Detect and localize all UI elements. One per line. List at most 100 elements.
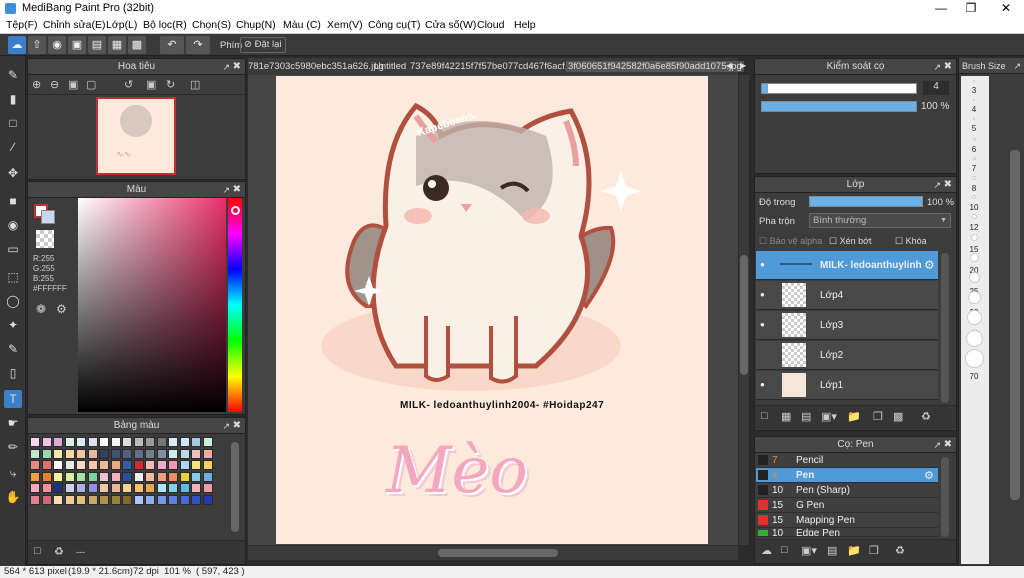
brush-item[interactable]: 10 Edge Pen [756,528,938,537]
undo-icon[interactable]: ↶ [160,36,184,54]
add-layer-menu-icon[interactable]: ▣▾ [821,410,837,423]
select-pen-icon[interactable]: ✎ [4,340,22,358]
palette-swatch[interactable] [202,483,213,493]
palette-swatch[interactable] [122,437,132,447]
menu-view[interactable]: Xem(V) [327,19,363,31]
palette-swatch[interactable] [110,448,121,459]
actual-size-icon[interactable]: ▢ [86,78,96,91]
palette-swatch[interactable] [133,460,144,470]
tab-untitled[interactable]: Untitled [374,61,406,72]
palette-swatch[interactable] [179,471,190,482]
palette-swatch[interactable] [30,471,40,482]
palette-swatch[interactable] [64,471,75,482]
hue-handle[interactable] [231,206,240,215]
palette-swatch[interactable] [99,483,109,493]
palette-swatch[interactable] [156,494,167,505]
tiles-icon[interactable]: ▩ [128,36,146,54]
palette-swatch[interactable] [145,437,155,447]
palette-swatch[interactable] [41,437,52,447]
new-brush-icon[interactable]: □ [781,544,788,556]
palette-swatch[interactable] [41,483,52,493]
trash-icon[interactable]: ♻ [921,410,931,423]
magic-wand-icon[interactable]: ✦ [4,316,22,334]
palette-swatch[interactable] [30,460,40,470]
menu-filter[interactable]: Bộ lọc(R) [143,19,187,31]
palette-swatch[interactable] [133,471,144,482]
menu-file[interactable]: Tệp(F) [6,19,38,31]
new-halftone-icon[interactable]: ▦ [781,410,791,423]
brush-duplicate-icon[interactable]: ❐ [869,544,879,557]
palette-swatch[interactable] [87,494,98,505]
settings-gear-icon[interactable]: ⚙ [924,258,935,272]
brush-settings-icon[interactable]: ▤ [827,544,837,557]
line-tool-icon[interactable]: ∕ [4,138,22,156]
palette-swatch[interactable] [168,483,178,493]
popout-icon[interactable]: ↗ [222,59,230,75]
palette-swatch[interactable] [133,437,144,447]
brush-size-option[interactable]: 3 [961,86,987,95]
text-tool-icon[interactable]: T [4,390,22,408]
brush-folder-icon[interactable]: 📁 [847,544,861,557]
palette-swatch[interactable] [53,460,63,470]
eraser-tool-icon[interactable]: ▮ [4,90,22,108]
grid-icon[interactable]: ▦ [108,36,126,54]
palette-swatch[interactable] [168,460,178,470]
layer-row[interactable]: ● Lớp1 [756,371,938,400]
palette-swatch[interactable] [41,494,52,505]
layer-opacity-slider[interactable] [809,196,923,207]
palette-swatch[interactable] [168,437,178,447]
palette-swatch[interactable] [110,437,121,447]
palette-swatch[interactable] [133,448,144,459]
secondary-color-swatch[interactable] [41,210,55,224]
palette-swatch[interactable] [202,437,213,447]
palette-swatch[interactable] [64,494,75,505]
palette-swatch[interactable] [110,460,121,470]
palette-swatch[interactable] [99,460,109,470]
bucket-tool-icon[interactable]: ◉ [4,216,22,234]
rotate-reset-icon[interactable]: ▣ [146,78,156,91]
palette-swatch[interactable] [156,460,167,470]
palette-swatch[interactable] [76,494,86,505]
palette-swatch[interactable] [191,437,201,447]
tab-scroll-right-icon[interactable]: ▶ [740,61,746,70]
new-layer-icon[interactable]: □ [761,410,768,422]
palette-swatch[interactable] [145,494,155,505]
palette-swatch[interactable] [168,494,178,505]
palette-swatch[interactable] [191,471,201,482]
hue-slider[interactable] [228,198,242,412]
eye-icon[interactable]: ● [760,260,765,269]
palette-swatch[interactable] [145,460,155,470]
brush-item[interactable]: 15 Mapping Pen [756,513,938,528]
palette-swatch[interactable] [99,494,109,505]
rectangle-tool-icon[interactable]: □ [4,114,22,132]
move-tool-icon[interactable]: ✥ [4,164,22,182]
panel-close-icon[interactable]: ✖ [233,418,241,434]
popout-icon[interactable]: ↗ [933,59,941,75]
transparent-swatch[interactable] [36,230,54,248]
palette-swatch[interactable] [156,437,167,447]
eyedropper-icon[interactable]: ⤷ [4,464,22,482]
rotate-right-icon[interactable]: ↻ [166,78,175,91]
saturation-value-picker[interactable] [78,198,226,412]
palette-swatch[interactable] [87,471,98,482]
palette-swatch[interactable] [53,437,63,447]
menu-select[interactable]: Chọn(S) [192,19,231,31]
minimize-icon[interactable]: — [925,0,957,17]
panel-close-icon[interactable]: ✖ [944,177,952,193]
palette-swatch[interactable] [76,437,86,447]
brush-size-option[interactable]: 4 [961,105,987,114]
brush-item[interactable]: 7 Pencil [756,453,938,468]
share-icon[interactable]: ⇧ [28,36,46,54]
brush-size-option[interactable]: 10 [961,203,987,212]
layer-scrollbar[interactable] [941,253,949,403]
lock-checkbox[interactable]: ☐ Khóa [895,236,927,247]
color-mix-icon[interactable]: ⚙ [56,302,67,316]
palette-swatch[interactable] [30,494,40,505]
brush-scrollbar[interactable] [941,457,949,537]
palette-swatch[interactable] [64,437,75,447]
add-brush-menu-icon[interactable]: ▣▾ [801,544,817,557]
palette-swatch[interactable] [64,483,75,493]
palette-swatch[interactable] [122,483,132,493]
zoom-in-icon[interactable]: ⊕ [32,78,41,91]
zoom-out-icon[interactable]: ⊖ [50,78,59,91]
